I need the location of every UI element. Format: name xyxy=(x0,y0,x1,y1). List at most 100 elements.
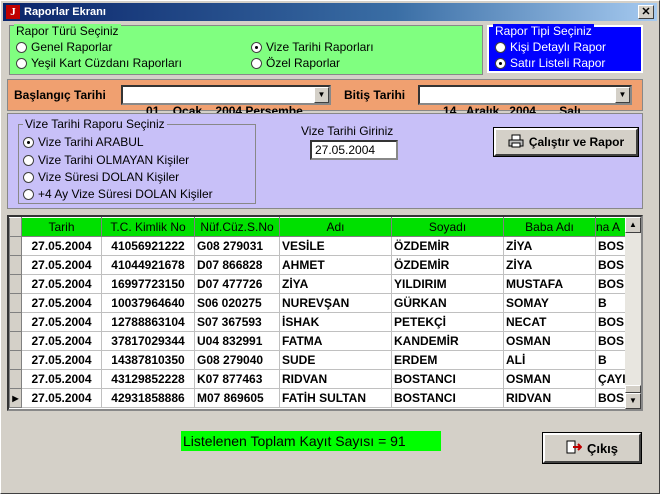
table-cell[interactable]: RIDVAN xyxy=(279,369,392,389)
table-cell[interactable]: SOMAY xyxy=(503,293,596,313)
visa-date-input[interactable]: 27.05.2004 xyxy=(310,140,398,160)
column-header[interactable]: Baba Adı xyxy=(503,217,596,237)
radio-genel-raporlar[interactable]: Genel Raporlar xyxy=(16,40,112,54)
column-header[interactable]: Soyadı xyxy=(391,217,504,237)
table-cell[interactable]: 41044921678 xyxy=(101,255,195,275)
results-grid[interactable]: Tarih T.C. Kimlik No Nüf.Cüz.S.No Adı So… xyxy=(7,215,643,411)
table-cell[interactable]: 27.05.2004 xyxy=(21,236,102,256)
table-cell[interactable]: 14387810350 xyxy=(101,350,195,370)
table-cell[interactable]: 12788863104 xyxy=(101,312,195,332)
table-cell[interactable]: GÜRKAN xyxy=(391,293,504,313)
radio-vize-dolan[interactable]: Vize Süresi DOLAN Kişiler xyxy=(23,170,179,184)
table-cell[interactable]: 41056921222 xyxy=(101,236,195,256)
table-cell[interactable]: 27.05.2004 xyxy=(21,369,102,389)
title-bar[interactable]: J Raporlar Ekranı ✕ xyxy=(3,3,657,21)
radio-vize-olmayan[interactable]: Vize Tarihi OLMAYAN Kişiler xyxy=(23,153,189,167)
table-cell[interactable]: RIDVAN xyxy=(503,388,596,408)
table-cell[interactable]: M07 869605 xyxy=(194,388,280,408)
scroll-up-icon[interactable]: ▲ xyxy=(625,217,641,233)
table-cell[interactable]: MUSTAFA xyxy=(503,274,596,294)
table-cell[interactable]: 37817029344 xyxy=(101,331,195,351)
table-row[interactable]: 27.05.2004 14387810350 G08 279040 SUDE ERDEM… xyxy=(9,350,629,370)
table-cell[interactable]: İSHAK xyxy=(279,312,392,332)
table-cell[interactable]: 27.05.2004 xyxy=(21,293,102,313)
row-indicator[interactable] xyxy=(9,293,22,313)
table-cell[interactable]: BOSTANCI xyxy=(391,369,504,389)
table-cell[interactable]: NUREVŞAN xyxy=(279,293,392,313)
table-cell[interactable]: 42931858886 xyxy=(101,388,195,408)
table-cell[interactable]: D07 866828 xyxy=(194,255,280,275)
table-cell[interactable]: 27.05.2004 xyxy=(21,331,102,351)
table-cell[interactable]: PETEKÇİ xyxy=(391,312,504,332)
column-header[interactable]: Nüf.Cüz.S.No xyxy=(194,217,280,237)
column-header[interactable]: Tarih xyxy=(21,217,102,237)
table-cell[interactable]: 10037964640 xyxy=(101,293,195,313)
table-cell[interactable]: ZİYA xyxy=(279,274,392,294)
table-cell[interactable]: 27.05.2004 xyxy=(21,274,102,294)
table-cell[interactable]: 16997723150 xyxy=(101,274,195,294)
table-row[interactable]: 27.05.2004 37817029344 U04 832991 FATMA KAND… xyxy=(9,331,629,351)
table-cell[interactable]: ÖZDEMİR xyxy=(391,255,504,275)
start-date-picker[interactable]: 01 Ocak 2004 Perşembe ▼ xyxy=(121,85,331,118)
scroll-thumb[interactable] xyxy=(625,385,641,393)
table-cell[interactable]: SUDE xyxy=(279,350,392,370)
row-indicator[interactable] xyxy=(9,274,22,294)
table-cell[interactable]: 27.05.2004 xyxy=(21,255,102,275)
dropdown-arrow-icon[interactable]: ▼ xyxy=(615,87,630,103)
table-cell[interactable]: OSMAN xyxy=(503,369,596,389)
table-row[interactable]: 27.05.2004 43129852228 K07 877463 RIDVAN BOS… xyxy=(9,369,629,389)
current-row-indicator-icon[interactable]: ▶ xyxy=(9,388,22,408)
table-cell[interactable]: NECAT xyxy=(503,312,596,332)
table-cell[interactable]: FATİH SULTAN xyxy=(279,388,392,408)
table-cell[interactable]: 27.05.2004 xyxy=(21,312,102,332)
radio-ozel-raporlar[interactable]: Özel Raporlar xyxy=(251,56,340,70)
row-indicator[interactable] xyxy=(9,369,22,389)
radio-vize-arabul[interactable]: Vize Tarihi ARABUL xyxy=(23,135,144,149)
table-cell[interactable]: ZİYA xyxy=(503,255,596,275)
column-header[interactable]: T.C. Kimlik No xyxy=(101,217,195,237)
table-cell[interactable]: ALİ xyxy=(503,350,596,370)
table-cell[interactable]: D07 477726 xyxy=(194,274,280,294)
table-cell[interactable]: BOS xyxy=(595,388,629,408)
radio-satir-listeli[interactable]: Satır Listeli Rapor xyxy=(495,56,605,70)
table-cell[interactable]: BOS xyxy=(595,274,629,294)
run-report-button[interactable]: Çalıştır ve Rapor xyxy=(493,127,639,157)
row-indicator[interactable] xyxy=(9,350,22,370)
row-indicator[interactable] xyxy=(9,255,22,275)
table-cell[interactable]: VESİLE xyxy=(279,236,392,256)
table-cell[interactable]: G08 279031 xyxy=(194,236,280,256)
table-cell[interactable]: BOS xyxy=(595,236,629,256)
table-cell[interactable]: B xyxy=(595,293,629,313)
table-cell[interactable]: KANDEMİR xyxy=(391,331,504,351)
table-row[interactable]: 27.05.2004 16997723150 D07 477726 ZİYA YILDI… xyxy=(9,274,629,294)
table-cell[interactable]: 27.05.2004 xyxy=(21,388,102,408)
table-cell[interactable]: BOS xyxy=(595,255,629,275)
table-cell[interactable]: BOS xyxy=(595,331,629,351)
table-cell[interactable]: BOSTANCI xyxy=(391,388,504,408)
close-button[interactable]: ✕ xyxy=(638,5,654,19)
row-indicator[interactable] xyxy=(9,312,22,332)
table-cell[interactable]: ZİYA xyxy=(503,236,596,256)
table-cell[interactable]: S06 020275 xyxy=(194,293,280,313)
vertical-scrollbar[interactable]: ▲ ▼ xyxy=(625,217,641,409)
table-row[interactable]: 27.05.2004 41044921678 D07 866828 AHMET ÖZDE… xyxy=(9,255,629,275)
table-cell[interactable]: OSMAN xyxy=(503,331,596,351)
table-row[interactable]: ▶ 27.05.2004 42931858886 M07 869605 FATİH SU… xyxy=(9,388,629,408)
scroll-down-icon[interactable]: ▼ xyxy=(625,393,641,409)
column-header[interactable]: Adı xyxy=(279,217,392,237)
table-cell[interactable]: B xyxy=(595,350,629,370)
end-date-picker[interactable]: 14 Aralık 2004 Salı ▼ xyxy=(418,85,632,118)
dropdown-arrow-icon[interactable]: ▼ xyxy=(314,87,329,103)
row-indicator[interactable] xyxy=(9,331,22,351)
table-cell[interactable]: ERDEM xyxy=(391,350,504,370)
table-cell[interactable]: K07 877463 xyxy=(194,369,280,389)
table-cell[interactable]: ÖZDEMİR xyxy=(391,236,504,256)
exit-button[interactable]: Çıkış xyxy=(542,432,642,464)
table-cell[interactable]: AHMET xyxy=(279,255,392,275)
table-cell[interactable]: G08 279040 xyxy=(194,350,280,370)
table-cell[interactable]: FATMA xyxy=(279,331,392,351)
table-cell[interactable]: 43129852228 xyxy=(101,369,195,389)
table-cell[interactable]: 27.05.2004 xyxy=(21,350,102,370)
table-cell[interactable]: S07 367593 xyxy=(194,312,280,332)
table-cell[interactable]: U04 832991 xyxy=(194,331,280,351)
